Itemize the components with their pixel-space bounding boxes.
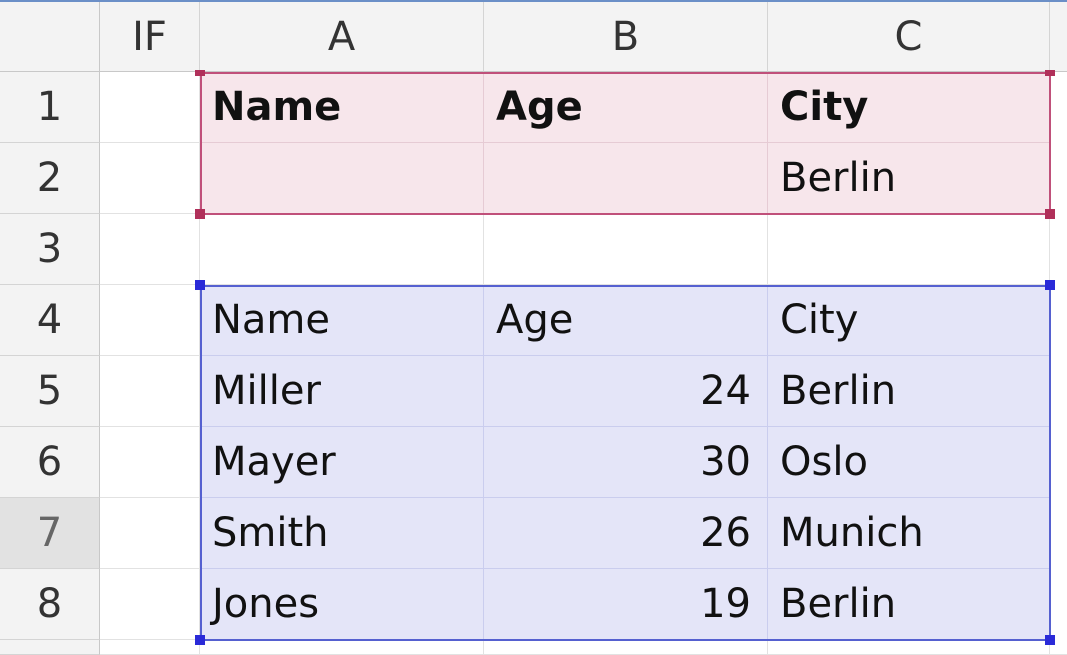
cell-b4[interactable]: Age xyxy=(484,285,768,356)
criteria-range-handle-top-right[interactable] xyxy=(1045,70,1055,76)
cell-c9[interactable] xyxy=(768,640,1050,655)
criteria-range-handle-top-left[interactable] xyxy=(195,70,205,76)
cell-b7[interactable]: 26 xyxy=(484,498,768,569)
cell-c7[interactable]: Munich xyxy=(768,498,1050,569)
cell-a2[interactable] xyxy=(200,143,484,214)
row-header-3[interactable]: 3 xyxy=(0,214,100,285)
data-range-handle-top-right[interactable] xyxy=(1045,280,1055,290)
cell-if3[interactable] xyxy=(100,214,200,285)
criteria-range-handle-bottom-left[interactable] xyxy=(195,209,205,219)
cell-c3[interactable] xyxy=(768,214,1050,285)
cell-a7[interactable]: Smith xyxy=(200,498,484,569)
cell-c5[interactable]: Berlin xyxy=(768,356,1050,427)
cell-if2[interactable] xyxy=(100,143,200,214)
cell-if6[interactable] xyxy=(100,427,200,498)
cell-b3[interactable] xyxy=(484,214,768,285)
cell-b1[interactable]: Age xyxy=(484,72,768,143)
cell-a6[interactable]: Mayer xyxy=(200,427,484,498)
cell-d-column[interactable] xyxy=(1050,72,1067,655)
cell-if1[interactable] xyxy=(100,72,200,143)
row-header-7[interactable]: 7 xyxy=(0,498,100,569)
column-header-a[interactable]: A xyxy=(200,2,484,72)
cell-b5[interactable]: 24 xyxy=(484,356,768,427)
cell-c6[interactable]: Oslo xyxy=(768,427,1050,498)
cell-a8[interactable]: Jones xyxy=(200,569,484,640)
cell-c1[interactable]: City xyxy=(768,72,1050,143)
cell-a5[interactable]: Miller xyxy=(200,356,484,427)
cell-a9[interactable] xyxy=(200,640,484,655)
cell-b2[interactable] xyxy=(484,143,768,214)
column-header-c[interactable]: C xyxy=(768,2,1050,72)
cell-if5[interactable] xyxy=(100,356,200,427)
criteria-range-handle-bottom-right[interactable] xyxy=(1045,209,1055,219)
cell-c2[interactable]: Berlin xyxy=(768,143,1050,214)
data-range-handle-bottom-left[interactable] xyxy=(195,635,205,645)
cell-if9[interactable] xyxy=(100,640,200,655)
row-header-2[interactable]: 2 xyxy=(0,143,100,214)
data-range-handle-bottom-right[interactable] xyxy=(1045,635,1055,645)
cell-c4[interactable]: City xyxy=(768,285,1050,356)
column-header-if[interactable]: IF xyxy=(100,2,200,72)
cell-c8[interactable]: Berlin xyxy=(768,569,1050,640)
row-header-6[interactable]: 6 xyxy=(0,427,100,498)
cell-if8[interactable] xyxy=(100,569,200,640)
cell-a3[interactable] xyxy=(200,214,484,285)
cell-if4[interactable] xyxy=(100,285,200,356)
row-header-9[interactable] xyxy=(0,640,100,655)
cell-if7[interactable] xyxy=(100,498,200,569)
select-all-corner[interactable] xyxy=(0,2,100,72)
spreadsheet-grid: IF A B C 1 2 3 4 5 6 7 8 Name Age City B… xyxy=(0,0,1067,655)
row-header-4[interactable]: 4 xyxy=(0,285,100,356)
cell-b9[interactable] xyxy=(484,640,768,655)
column-header-next[interactable] xyxy=(1050,2,1067,72)
cell-b8[interactable]: 19 xyxy=(484,569,768,640)
row-header-5[interactable]: 5 xyxy=(0,356,100,427)
data-range-handle-top-left[interactable] xyxy=(195,280,205,290)
column-header-b[interactable]: B xyxy=(484,2,768,72)
cell-a4[interactable]: Name xyxy=(200,285,484,356)
cell-b6[interactable]: 30 xyxy=(484,427,768,498)
row-header-1[interactable]: 1 xyxy=(0,72,100,143)
row-header-8[interactable]: 8 xyxy=(0,569,100,640)
cell-a1[interactable]: Name xyxy=(200,72,484,143)
